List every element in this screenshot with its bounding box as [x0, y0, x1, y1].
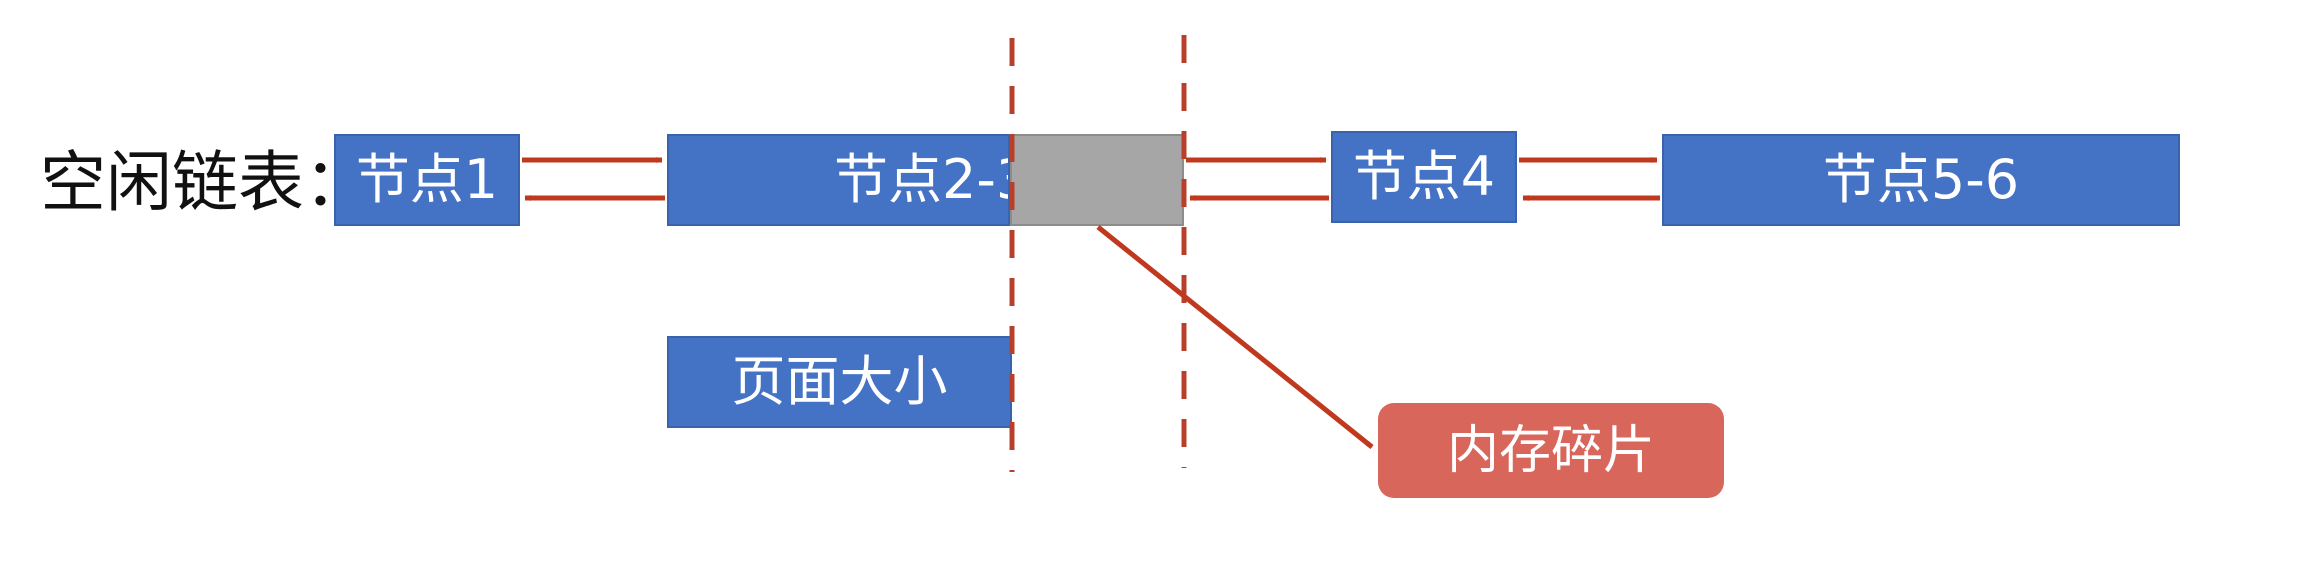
connector-layer: [522, 35, 1660, 472]
arrow-fragment-to-callout: [1096, 225, 1374, 449]
free-list-diagram: 空闲链表： 节点1 节点2-3 节点4 节点5-6 页面大小 内存碎片: [0, 0, 2320, 566]
